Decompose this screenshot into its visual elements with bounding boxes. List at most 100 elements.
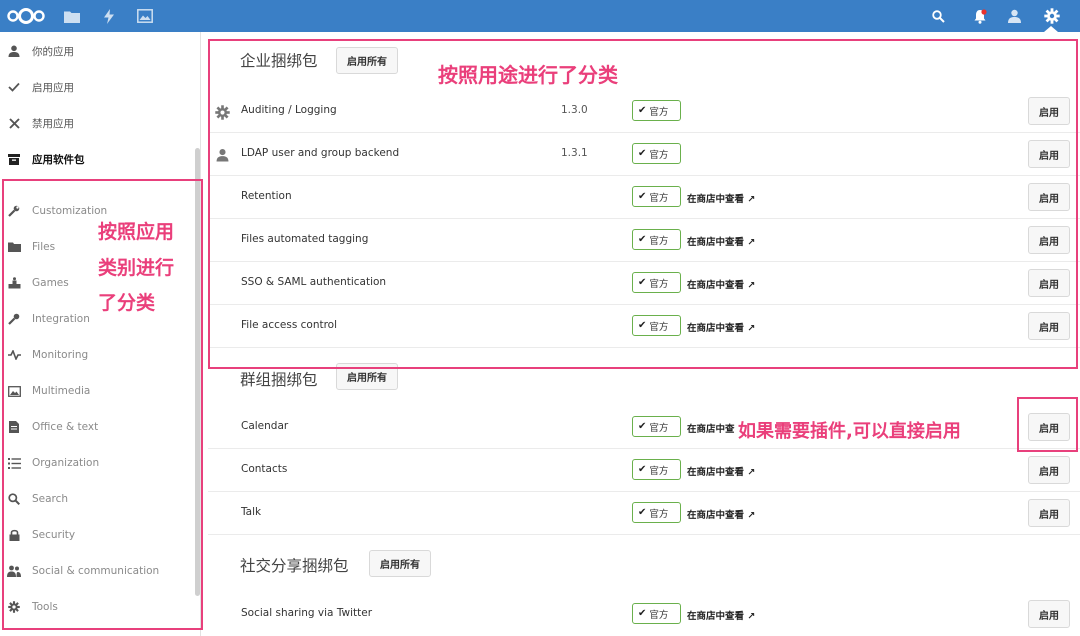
x-icon [7,116,21,130]
gallery-icon[interactable] [135,0,155,32]
app-name: File access control [241,319,337,331]
sidebar-item-label: 禁用应用 [32,116,74,131]
enable-button[interactable]: 启用 [1028,97,1070,125]
check-icon: ✔ [638,320,646,331]
check-icon: ✔ [638,105,646,116]
sidebar-item-label: Social & communication [32,565,159,577]
notifications-icon[interactable] [970,0,990,32]
sidebar-item-office-text[interactable]: Office & text [0,409,196,445]
official-badge: ✔官方 [632,502,681,523]
sidebar-item-your-apps[interactable]: 你的应用 [0,33,196,69]
official-badge: ✔官方 [632,143,681,164]
sidebar-item-label: Office & text [32,421,98,433]
sidebar-item-label: 应用软件包 [32,152,85,167]
sidebar-item-monitoring[interactable]: Monitoring [0,337,196,373]
annotation-text-by-category-2: 类别进行 [98,253,174,280]
check-icon: ✔ [638,191,646,202]
enable-button[interactable]: 启用 [1028,600,1070,628]
sidebar-item-security[interactable]: Security [0,517,196,553]
enable-all-button[interactable]: 启用所有 [369,550,431,577]
view-in-store-link[interactable]: 在商店中查看 ↗ [687,320,755,334]
app-sidebar: 你的应用 启用应用 禁用应用 应用软件包 Customization Files… [0,32,201,636]
sidebar-scrollbar[interactable] [195,148,200,596]
view-in-store-link[interactable]: 在商店中查看 ↗ [687,464,755,478]
list-icon [7,456,21,470]
sidebar-item-enabled-apps[interactable]: 启用应用 [0,69,196,105]
check-icon: ✔ [638,277,646,288]
sidebar-item-label: Multimedia [32,385,90,397]
view-in-store-link[interactable]: 在商店中查 [687,421,735,435]
view-in-store-link[interactable]: 在商店中查看 ↗ [687,191,755,205]
files-icon[interactable] [62,0,82,32]
sidebar-item-organization[interactable]: Organization [0,445,196,481]
annotation-text-by-category-1: 按照应用 [98,217,174,244]
folder-icon [7,240,21,254]
official-badge: ✔官方 [632,416,681,437]
active-menu-indicator [1044,26,1058,32]
sidebar-item-label: Search [32,493,68,505]
contacts-menu-icon[interactable] [1004,0,1024,32]
app-row: SSO & SAML authentication ✔官方 在商店中查看 ↗ 启… [208,262,1080,305]
sidebar-item-label: 你的应用 [32,44,74,59]
nextcloud-logo-icon[interactable] [4,0,48,32]
check-icon: ✔ [638,148,646,159]
enable-button[interactable]: 启用 [1028,140,1070,168]
enable-button[interactable]: 启用 [1028,183,1070,211]
enable-all-button[interactable]: 启用所有 [336,363,398,390]
enable-button[interactable]: 启用 [1028,269,1070,297]
user-icon [7,44,21,58]
app-name: Social sharing via Twitter [241,607,372,619]
lock-icon [7,528,21,542]
official-badge: ✔官方 [632,315,681,336]
view-in-store-link[interactable]: 在商店中查看 ↗ [687,277,755,291]
sidebar-item-label: 启用应用 [32,80,74,95]
activity-icon[interactable] [99,0,119,32]
app-name: Files automated tagging [241,233,368,245]
check-icon [7,80,21,94]
app-name: Auditing / Logging [241,104,337,116]
check-icon: ✔ [638,234,646,245]
enable-button[interactable]: 启用 [1028,312,1070,340]
annotation-text-by-category-3: 了分类 [98,288,155,315]
app-version: 1.3.0 [561,104,588,116]
check-icon: ✔ [638,464,646,475]
check-icon: ✔ [638,608,646,619]
view-in-store-link[interactable]: 在商店中查看 ↗ [687,507,755,521]
app-row: LDAP user and group backend 1.3.1 ✔官方 启用 [208,133,1080,176]
app-row: Talk ✔官方 在商店中查看 ↗ 启用 [208,492,1080,535]
app-name: Calendar [241,420,288,432]
sidebar-item-app-bundles[interactable]: 应用软件包 [0,141,196,177]
archive-icon [7,152,21,166]
bundle-title-enterprise: 企业捆绑包 [240,49,318,71]
sidebar-item-label: Customization [32,205,107,217]
sidebar-item-label: Organization [32,457,99,469]
gear-icon [7,600,21,614]
app-name: SSO & SAML authentication [241,276,386,288]
people-icon [7,564,21,578]
app-row: Contacts ✔官方 在商店中查看 ↗ 启用 [208,449,1080,492]
enable-button[interactable]: 启用 [1028,456,1070,484]
sidebar-item-search[interactable]: Search [0,481,196,517]
sidebar-item-label: Monitoring [32,349,88,361]
view-in-store-link[interactable]: 在商店中查看 ↗ [687,608,755,622]
sidebar-item-label: Tools [32,601,58,613]
enable-button[interactable]: 启用 [1028,226,1070,254]
sidebar-item-disabled-apps[interactable]: 禁用应用 [0,105,196,141]
sidebar-item-social-communication[interactable]: Social & communication [0,553,196,589]
sidebar-item-label: Security [32,529,75,541]
sidebar-item-multimedia[interactable]: Multimedia [0,373,196,409]
view-in-store-link[interactable]: 在商店中查看 ↗ [687,234,755,248]
annotation-text-enable-plugin: 如果需要插件,可以直接启用 [738,417,961,443]
enable-all-button[interactable]: 启用所有 [336,47,398,74]
games-icon [7,276,21,290]
monitoring-icon [7,348,21,362]
sidebar-item-label: Files [32,241,55,253]
app-row: File access control ✔官方 在商店中查看 ↗ 启用 [208,305,1080,348]
sidebar-item-tools[interactable]: Tools [0,589,196,625]
enable-button[interactable]: 启用 [1028,499,1070,527]
search-icon [7,492,21,506]
wrench-icon [7,204,21,218]
enable-button[interactable]: 启用 [1028,413,1070,441]
bundle-title-social-sharing: 社交分享捆绑包 [240,554,349,576]
search-icon[interactable] [928,0,948,32]
